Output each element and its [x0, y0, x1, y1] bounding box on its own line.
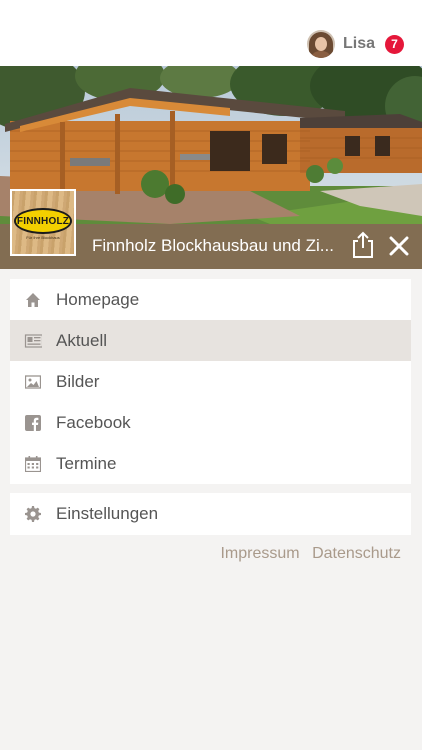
- logo-text: FINNHOLZ: [16, 215, 70, 227]
- menu-label: Facebook: [56, 413, 131, 432]
- logo-subtitle: Für Ihre Blockhaus: [26, 235, 60, 240]
- menu-item-einstellungen[interactable]: Einstellungen: [10, 493, 411, 535]
- notification-badge[interactable]: 7: [385, 34, 404, 54]
- calendar-icon: [25, 456, 41, 472]
- menu-label: Einstellungen: [56, 504, 159, 523]
- page-title: Finnholz Blockhausbau und Zi...: [92, 236, 334, 255]
- company-logo: FINNHOLZ Für Ihre Blockhaus: [10, 189, 76, 256]
- home-icon: [26, 293, 40, 307]
- user-profile[interactable]: Lisa 7: [306, 29, 404, 59]
- facebook-icon: [25, 415, 41, 431]
- menu-item-aktuell[interactable]: Aktuell: [10, 320, 411, 361]
- menu-item-bilder[interactable]: Bilder: [10, 361, 411, 402]
- menu-label: Aktuell: [56, 331, 108, 350]
- gear-icon: [25, 506, 41, 522]
- top-bar: Lisa 7: [0, 0, 422, 66]
- avatar[interactable]: [306, 30, 335, 58]
- menu-label: Termine: [56, 454, 117, 473]
- menu-label: Bilder: [56, 372, 100, 391]
- close-icon[interactable]: [389, 236, 409, 256]
- menu-item-termine[interactable]: Termine: [10, 443, 411, 484]
- user-name[interactable]: Lisa: [343, 35, 375, 53]
- menu-item-facebook[interactable]: Facebook: [10, 402, 411, 443]
- news-icon: [24, 334, 42, 348]
- impressum-link[interactable]: Impressum: [220, 545, 299, 562]
- datenschutz-link[interactable]: Datenschutz: [312, 545, 401, 562]
- image-icon: [25, 375, 41, 389]
- menu-label: Homepage: [56, 290, 140, 309]
- share-icon[interactable]: [351, 231, 375, 259]
- main-menu: Homepage Aktuell Bilder Facebook Termine: [10, 279, 411, 484]
- menu-item-homepage[interactable]: Homepage: [10, 279, 411, 320]
- footer-links: Impressum Datenschutz: [212, 545, 401, 563]
